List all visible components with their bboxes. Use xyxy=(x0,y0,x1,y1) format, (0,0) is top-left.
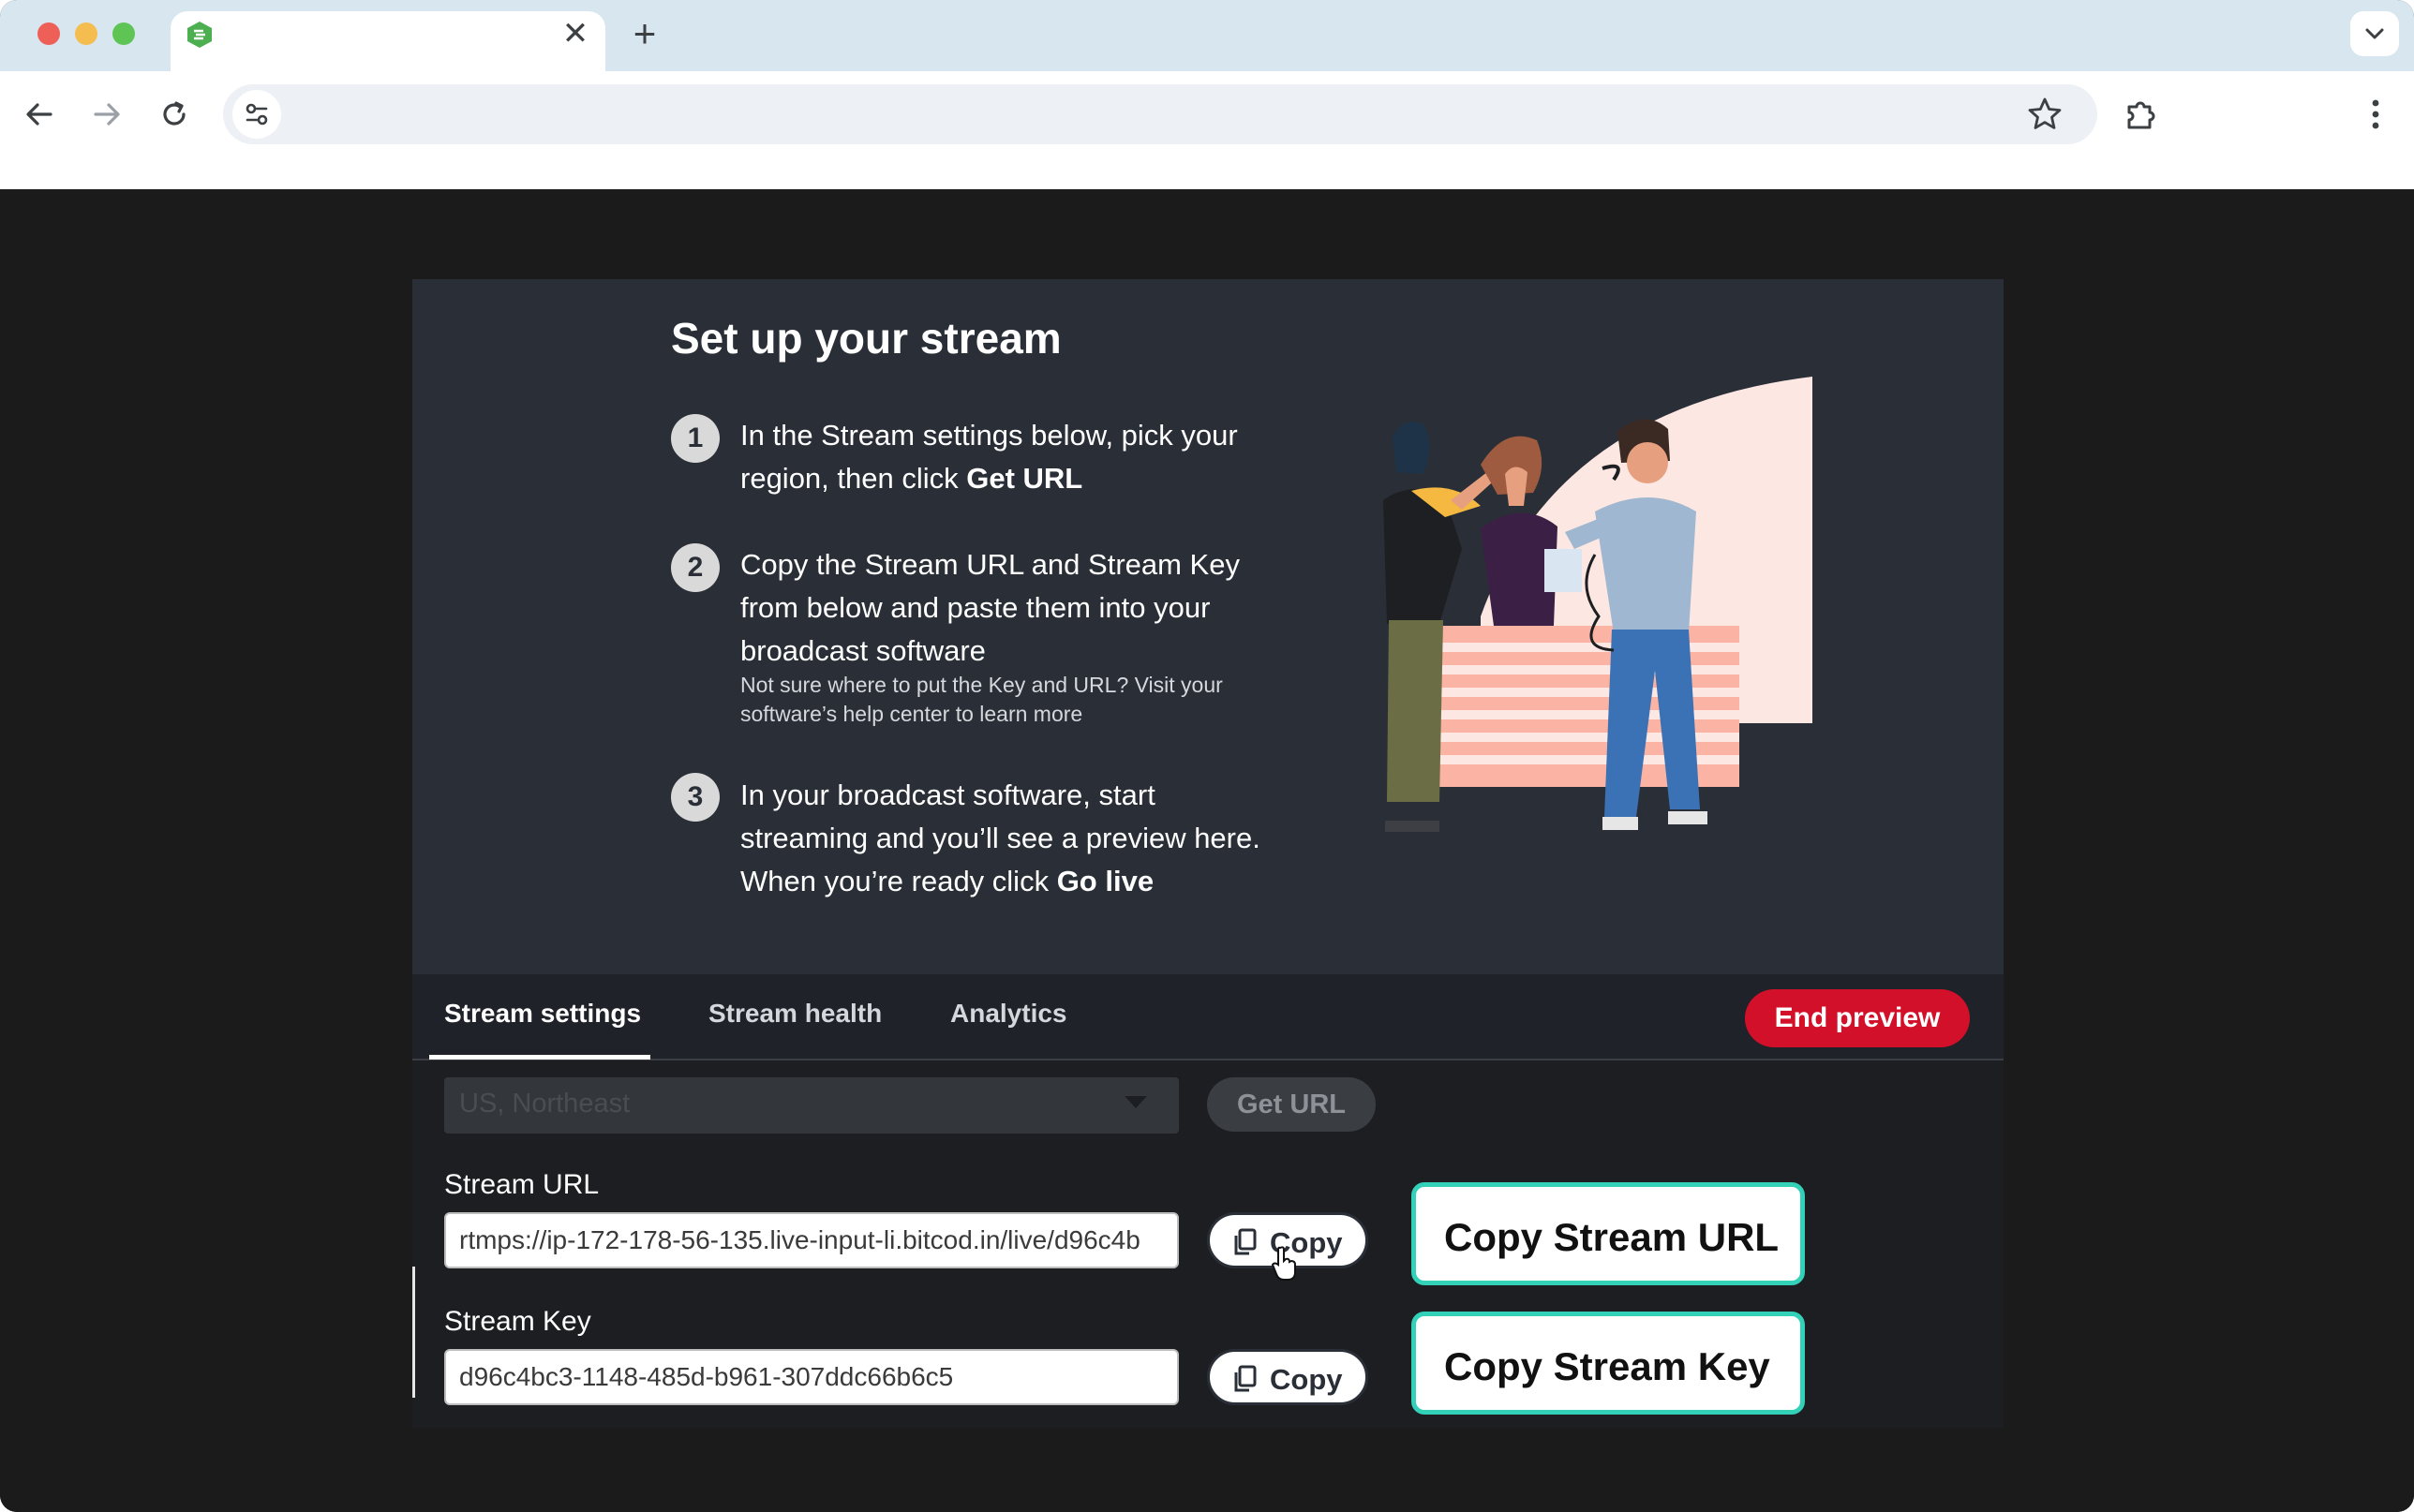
address-bar[interactable] xyxy=(223,84,2097,144)
reload-icon[interactable] xyxy=(154,94,195,135)
browser-window: ✕ + Set up your stream 1 In the Stream s… xyxy=(0,0,2414,1512)
setup-title: Set up your stream xyxy=(671,314,1062,363)
step-3-text: In your broadcast software, start stream… xyxy=(740,778,1260,897)
end-preview-button[interactable]: End preview xyxy=(1745,989,1970,1047)
tab-list-button[interactable] xyxy=(2350,11,2399,56)
copy-stream-key-callout: Copy Stream Key xyxy=(1411,1312,1805,1415)
tab-stream-health[interactable]: Stream health xyxy=(708,999,882,1029)
arrow-left-icon[interactable] xyxy=(19,94,60,135)
window-maximize-button[interactable] xyxy=(112,22,135,45)
active-tab-indicator xyxy=(429,1055,650,1060)
arrow-right-icon[interactable] xyxy=(86,94,127,135)
streaming-team-illustration xyxy=(1383,377,1812,832)
get-url-button[interactable]: Get URL xyxy=(1207,1077,1376,1132)
copy-icon xyxy=(1234,1228,1257,1255)
tab-stream-settings[interactable]: Stream settings xyxy=(444,999,641,1029)
kebab-icon[interactable] xyxy=(2362,94,2390,135)
toolbar-spacer xyxy=(0,156,2414,189)
green-hexagon-icon xyxy=(187,22,212,48)
hand-cursor-icon xyxy=(1271,1246,1296,1281)
stream-url-label: Stream URL xyxy=(444,1169,600,1200)
new-tab-button[interactable]: + xyxy=(626,14,663,53)
step-2-number: 2 xyxy=(671,543,720,592)
stream-key-field[interactable]: d96c4bc3-1148-485d-b961-307ddc66b6c5 xyxy=(444,1349,1179,1405)
tab-analytics[interactable]: Analytics xyxy=(950,999,1067,1029)
step-1-text: In the Stream settings below, pick your … xyxy=(740,419,1238,495)
puzzle-icon[interactable] xyxy=(2120,92,2165,137)
tune-icon xyxy=(246,103,268,126)
caret-down-icon xyxy=(1125,1096,1147,1108)
site-info-button[interactable] xyxy=(232,90,281,139)
callout-key-text: Copy Stream Key xyxy=(1444,1344,1770,1388)
divider-line xyxy=(412,1267,415,1398)
chevron-down-icon xyxy=(2365,28,2384,39)
browser-tab[interactable] xyxy=(171,11,605,71)
region-select-value: US, Northeast xyxy=(459,1089,631,1119)
callout-url-text: Copy Stream URL xyxy=(1444,1215,1780,1259)
step-2-text: Copy the Stream URL and Stream Key from … xyxy=(740,548,1240,667)
copy-stream-key-button[interactable]: Copy xyxy=(1207,1349,1368,1405)
step-3-number: 3 xyxy=(671,773,720,822)
star-icon[interactable] xyxy=(2024,94,2065,135)
step-1-number: 1 xyxy=(671,414,720,463)
step-2-subtext: Not sure where to put the Key and URL? V… xyxy=(740,673,1223,726)
stream-url-field[interactable]: rtmps://ip-172-178-56-135.live-input-li.… xyxy=(444,1212,1179,1268)
copy-icon xyxy=(1234,1365,1257,1392)
window-minimize-button[interactable] xyxy=(75,22,97,45)
copy-stream-url-callout: Copy Stream URL xyxy=(1411,1182,1805,1285)
stream-key-label: Stream Key xyxy=(444,1306,591,1337)
window-close-button[interactable] xyxy=(37,22,60,45)
close-tab-icon[interactable]: ✕ xyxy=(560,17,590,51)
copy-button-label: Copy xyxy=(1270,1363,1343,1396)
